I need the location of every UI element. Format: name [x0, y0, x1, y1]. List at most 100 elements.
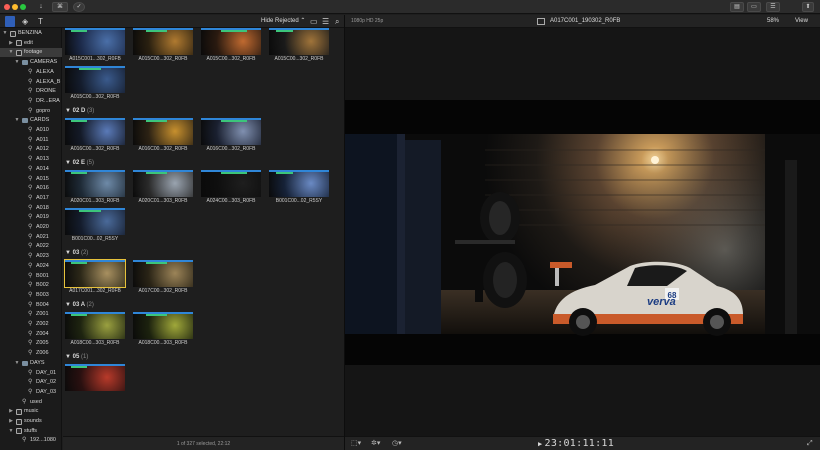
- share-icon[interactable]: ⬆: [802, 2, 814, 12]
- sidebar-item[interactable]: ▼ CAMERAS: [0, 58, 62, 67]
- zoom-dropdown[interactable]: 58%: [767, 15, 779, 28]
- sidebar-item[interactable]: ⚲ A014: [0, 165, 62, 174]
- sidebar-item[interactable]: ⚲ A023: [0, 252, 62, 261]
- disclosure-closed-icon[interactable]: ▶: [8, 417, 14, 426]
- sidebar-item[interactable]: ⚲ A024: [0, 262, 62, 271]
- sidebar-item[interactable]: ▼ stuffs: [0, 427, 62, 436]
- sidebar-item[interactable]: ▼ CARDS: [0, 116, 62, 125]
- clip-thumbnail[interactable]: A020C01...303_R0FB: [133, 170, 193, 205]
- libraries-icon[interactable]: [5, 16, 15, 27]
- clip-thumbnail[interactable]: A017C001...302_R0FB: [64, 259, 126, 295]
- sidebar-item[interactable]: ⚲ A022: [0, 242, 62, 251]
- sidebar-item[interactable]: ⚲ Z004: [0, 330, 62, 339]
- disclosure-open-icon[interactable]: ▼: [14, 116, 20, 125]
- show-timeline-icon[interactable]: ▭: [747, 2, 761, 12]
- sidebar-item[interactable]: ⚲ DRONE: [0, 87, 62, 96]
- view-dropdown[interactable]: View: [795, 15, 808, 28]
- search-icon[interactable]: ⌕: [335, 16, 339, 27]
- group-header[interactable]: ▼ 02 E (5): [65, 159, 94, 168]
- sidebar-item[interactable]: ⚲ B004: [0, 301, 62, 310]
- background-tasks-icon[interactable]: ✓: [73, 2, 85, 12]
- clip-thumbnail[interactable]: A020C01...303_R0FB: [65, 170, 125, 205]
- sidebar-item[interactable]: ⚲ DR...ERA: [0, 97, 62, 106]
- disclosure-open-icon[interactable]: ▼: [14, 359, 20, 368]
- group-header[interactable]: ▼ 03 A (2): [65, 301, 94, 310]
- sidebar-item[interactable]: ⚲ ALEXA: [0, 68, 62, 77]
- disclosure-closed-icon[interactable]: ▶: [8, 407, 14, 416]
- group-header[interactable]: ▼ 02 D (3): [65, 107, 94, 116]
- clip-thumbnail[interactable]: A016C00...302_R0FB: [65, 118, 125, 153]
- clip-thumbnail[interactable]: A015C001...302_R0FB: [65, 28, 125, 63]
- sidebar-item[interactable]: ⚲ A011: [0, 136, 62, 145]
- speed-icon[interactable]: ◷▾: [392, 438, 402, 450]
- disclosure-open-icon[interactable]: ▼: [14, 58, 20, 67]
- sidebar-item[interactable]: ⚲ 192...1080: [0, 436, 62, 445]
- sidebar-item[interactable]: ⚲ Z006: [0, 349, 62, 358]
- zoom-window-button[interactable]: [20, 4, 26, 10]
- sidebar-item[interactable]: ⚲ A020: [0, 223, 62, 232]
- transform-icon[interactable]: ⬚▾: [351, 438, 361, 450]
- sidebar-item[interactable]: ⚲ gopro: [0, 107, 62, 116]
- titles-generators-icon[interactable]: T: [38, 16, 43, 27]
- disclosure-closed-icon[interactable]: ▶: [8, 39, 14, 48]
- timecode-display[interactable]: ▶ 23:01:11:11: [538, 437, 614, 450]
- sidebar-item[interactable]: ⚲ B003: [0, 291, 62, 300]
- enhance-icon[interactable]: ✲▾: [371, 438, 380, 450]
- sidebar-item[interactable]: ⚲ A016: [0, 184, 62, 193]
- sidebar-item[interactable]: ⚲ Z002: [0, 320, 62, 329]
- sidebar-item[interactable]: ⚲ A019: [0, 213, 62, 222]
- minimize-window-button[interactable]: [12, 4, 18, 10]
- sidebar-item[interactable]: ▼ BENZINA: [0, 29, 62, 38]
- sidebar-item[interactable]: ⚲ A012: [0, 145, 62, 154]
- close-window-button[interactable]: [4, 4, 10, 10]
- clip-thumbnail[interactable]: A016C00...302_R0FB: [133, 118, 193, 153]
- sidebar-item[interactable]: ▼ footage: [0, 48, 62, 58]
- show-browser-icon[interactable]: ▤: [730, 2, 744, 12]
- sidebar-item[interactable]: ⚲ A017: [0, 194, 62, 203]
- sidebar-item[interactable]: ▶ music: [0, 407, 62, 416]
- filter-dropdown[interactable]: Hide Rejected ⌃: [261, 15, 305, 28]
- sidebar-item[interactable]: ⚲ A021: [0, 233, 62, 242]
- sidebar-item[interactable]: ▶ sounds: [0, 417, 62, 426]
- clip-thumbnail[interactable]: A017C00...302_R0FB: [133, 260, 193, 295]
- disclosure-open-icon[interactable]: ▼: [2, 29, 8, 38]
- sidebar-item[interactable]: ▼ DAYS: [0, 359, 62, 368]
- clip-thumbnail[interactable]: A015C00...302_R0FB: [201, 28, 261, 63]
- import-icon[interactable]: ↓: [36, 2, 46, 12]
- sidebar-item[interactable]: ⚲ used: [0, 398, 62, 407]
- clip-thumbnail[interactable]: A018C00...303_R0FB: [65, 312, 125, 347]
- keyword-button[interactable]: ⌘: [52, 2, 68, 12]
- fullscreen-icon[interactable]: ⤢: [807, 438, 813, 450]
- sidebar-item[interactable]: ⚲ DAY_03: [0, 388, 62, 397]
- sidebar-item[interactable]: ⚲ A018: [0, 204, 62, 213]
- clip-thumbnail[interactable]: A018C00...303_R0FB: [133, 312, 193, 347]
- clip-thumbnail[interactable]: [65, 364, 125, 399]
- sidebar-item[interactable]: ▶ edit: [0, 39, 62, 48]
- disclosure-open-icon[interactable]: ▼: [8, 427, 14, 436]
- clip-thumbnail[interactable]: B001C00...02_R5SY: [65, 208, 125, 243]
- list-view-icon[interactable]: ☰: [322, 16, 329, 27]
- group-header[interactable]: ▼ 05 (1): [65, 353, 88, 362]
- sidebar-item[interactable]: ⚲ Z005: [0, 339, 62, 348]
- clip-thumbnail[interactable]: A015C00...302_R0FB: [269, 28, 329, 63]
- clip-thumbnail[interactable]: A016C00...302_R0FB: [201, 118, 261, 153]
- sidebar-item[interactable]: ⚲ B002: [0, 281, 62, 290]
- sidebar-item[interactable]: ⚲ A015: [0, 175, 62, 184]
- play-icon[interactable]: ▶: [538, 440, 543, 448]
- clip-thumbnail[interactable]: B001C00...02_R5SY: [269, 170, 329, 205]
- show-inspector-icon[interactable]: ☰: [766, 2, 780, 12]
- viewer-frame[interactable]: 68 verva: [345, 100, 820, 365]
- sidebar-item[interactable]: ⚲ ALEXA_B: [0, 78, 62, 87]
- sidebar-item[interactable]: ⚲ B001: [0, 272, 62, 281]
- sidebar-item[interactable]: ⚲ DAY_02: [0, 378, 62, 387]
- clip-appearance-icon[interactable]: ▭: [310, 16, 318, 27]
- clip-thumbnail[interactable]: A024C00...303_R0FB: [201, 170, 261, 205]
- group-header[interactable]: ▼ 03 (2): [65, 249, 88, 258]
- photos-audio-icon[interactable]: ◈: [22, 16, 28, 27]
- sidebar-item[interactable]: ⚲ DAY_01: [0, 369, 62, 378]
- sidebar-item[interactable]: ⚲ A010: [0, 126, 62, 135]
- disclosure-open-icon[interactable]: ▼: [8, 48, 14, 57]
- clip-thumbnail[interactable]: A015C00...302_R0FB: [65, 66, 125, 101]
- sidebar-item[interactable]: ⚲ Z001: [0, 310, 62, 319]
- clip-thumbnail[interactable]: A015C00...302_R0FB: [133, 28, 193, 63]
